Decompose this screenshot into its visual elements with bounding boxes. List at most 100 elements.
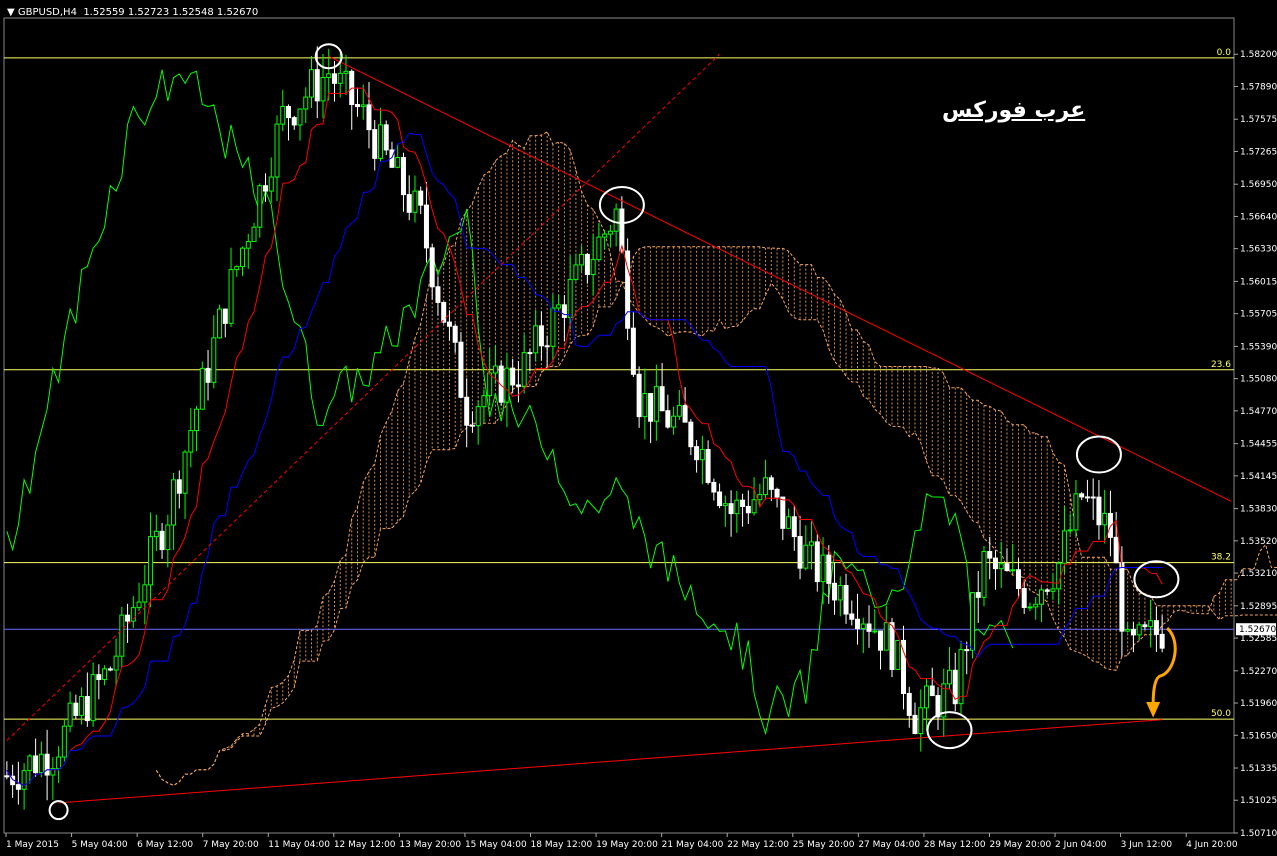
candle-body <box>602 233 608 238</box>
candle-body <box>584 253 590 276</box>
candle-body <box>648 393 654 422</box>
candle-body <box>699 449 705 461</box>
candle-body <box>653 386 659 422</box>
candle-body <box>883 622 889 651</box>
x-tick-label: 13 May 20:00 <box>399 840 461 850</box>
candle-body <box>757 494 763 501</box>
candle-body <box>383 124 389 151</box>
senkou-span-a <box>155 131 1277 786</box>
candle-body <box>774 488 780 498</box>
candle-body <box>326 73 332 79</box>
y-tick-label: 1.52585 <box>1240 634 1277 644</box>
candle-body <box>1044 589 1050 592</box>
candle-body <box>1142 624 1148 628</box>
candle-body <box>573 264 579 280</box>
candle-body <box>159 530 165 551</box>
y-tick-label: 1.54145 <box>1240 472 1277 482</box>
candle-body <box>843 584 849 615</box>
candle-body <box>102 668 108 680</box>
candle-body <box>107 668 113 671</box>
candle-body <box>728 503 734 515</box>
candle-body <box>860 623 866 630</box>
candle-body <box>688 421 694 448</box>
candle-body <box>228 269 234 324</box>
y-tick-label: 1.53830 <box>1240 505 1277 515</box>
x-tick-label: 22 May 12:00 <box>727 840 789 850</box>
y-tick-label: 1.55390 <box>1240 342 1277 352</box>
candle-body <box>61 725 67 758</box>
candle-body <box>533 325 539 354</box>
candle-body <box>372 129 378 159</box>
y-tick-label: 1.57575 <box>1240 115 1277 125</box>
candle-body <box>222 308 228 324</box>
candle-body <box>826 554 832 584</box>
candle-body <box>1130 628 1136 636</box>
candle-body <box>400 157 406 196</box>
candle-body <box>56 756 62 770</box>
chart-area[interactable]: 0.0 23.6 38.2 50.0 1.58200 1.57890 1.57575 1.57… <box>0 0 1277 852</box>
candle-body <box>590 259 596 276</box>
candle-body <box>90 674 96 722</box>
y-tick-label: 1.53210 <box>1240 569 1277 579</box>
candle-body <box>958 649 964 705</box>
y-tick-label: 1.56330 <box>1240 245 1277 255</box>
candle-body <box>809 541 815 546</box>
candle-body <box>171 479 177 526</box>
candle-body <box>538 325 544 347</box>
candle-body <box>337 72 343 84</box>
candle-body <box>803 544 809 569</box>
candle-body <box>906 692 912 716</box>
candle-body <box>309 69 314 98</box>
candle-body <box>705 449 711 483</box>
candle-body <box>969 592 975 651</box>
candle-body <box>377 124 383 159</box>
chart-svg[interactable]: 0.0 23.6 38.2 50.0 1.58200 1.57890 1.57575 1.57… <box>0 0 1277 852</box>
candle-body <box>659 386 665 412</box>
trendline <box>328 55 1232 502</box>
y-tick-label: 1.52895 <box>1240 602 1277 612</box>
candle-body <box>872 630 878 633</box>
candle-body <box>912 714 918 735</box>
candle-body <box>21 770 27 790</box>
candle-body <box>946 669 952 685</box>
fib-level-label: 38.2 <box>1211 553 1231 563</box>
candle-body <box>791 516 797 538</box>
candle-body <box>148 536 154 586</box>
candle-body <box>895 639 901 670</box>
candle-body <box>240 247 246 268</box>
candle-body <box>849 613 855 620</box>
y-tick-label: 1.51650 <box>1240 731 1277 741</box>
candle-body <box>354 104 360 108</box>
y-tick-label: 1.54455 <box>1240 440 1277 450</box>
candle-body <box>1015 569 1021 590</box>
candle-body <box>217 308 223 339</box>
y-tick-label: 1.56950 <box>1240 180 1277 190</box>
candle-body <box>556 304 562 309</box>
candle-body <box>234 266 240 271</box>
candle-body <box>763 477 769 496</box>
candle-body <box>1084 496 1090 499</box>
candle-body <box>1125 628 1131 632</box>
candle-body <box>446 321 452 327</box>
candle-body <box>1004 563 1010 572</box>
candle-body <box>722 503 728 507</box>
candle-body <box>263 185 269 192</box>
tenkan-sen <box>6 87 1163 786</box>
candle-body <box>820 554 826 583</box>
candle-body <box>303 96 309 110</box>
trendline <box>6 53 720 741</box>
candle-body <box>320 77 326 102</box>
candle-body <box>1079 493 1085 498</box>
candle-body <box>1021 588 1027 608</box>
candle-body <box>1090 496 1096 499</box>
candle-body <box>199 367 205 410</box>
fib-level-label: 0.0 <box>1217 48 1232 58</box>
x-tick-label: 19 May 20:00 <box>596 840 658 850</box>
candle-body <box>1056 562 1062 590</box>
candle-body <box>395 157 401 168</box>
candle-body <box>550 307 556 347</box>
fib-level-label: 23.6 <box>1211 360 1231 370</box>
symbol-header: ▼ GBPUSD,H4 1.52559 1.52723 1.52548 1.52… <box>7 7 259 18</box>
candle-body <box>464 396 470 426</box>
x-tick-label: 25 May 20:00 <box>793 840 855 850</box>
